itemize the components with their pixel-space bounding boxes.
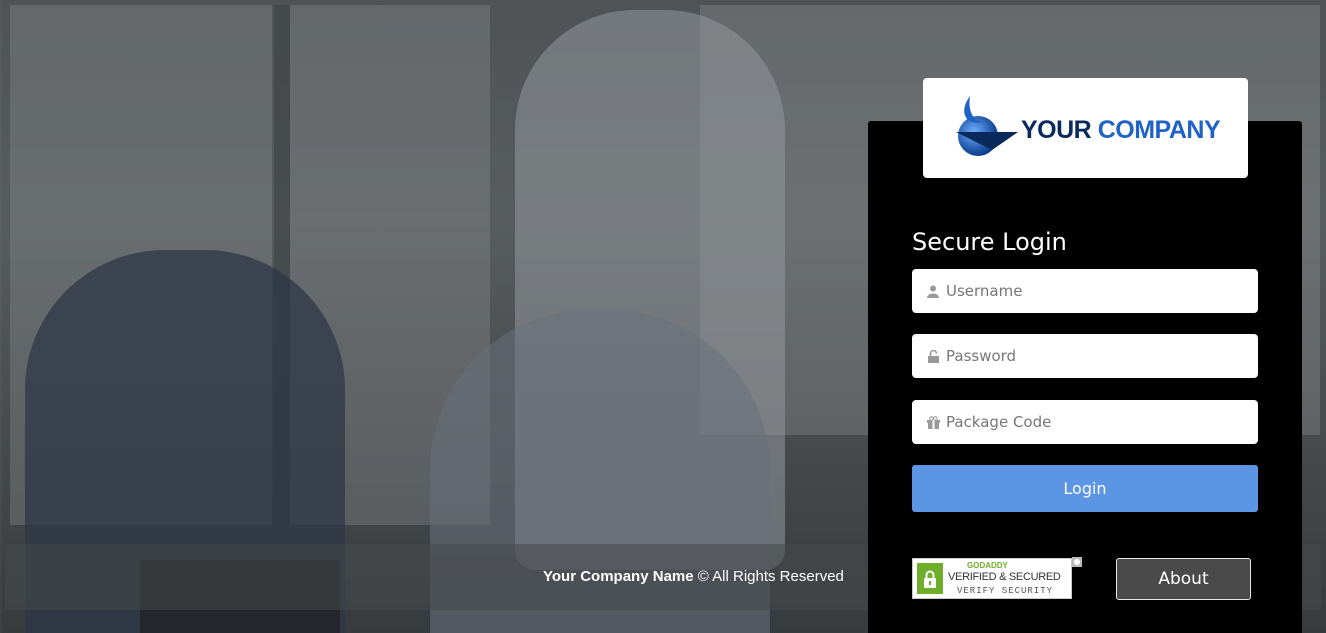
seal-line2: VERIFIED & SECURED xyxy=(948,571,1061,583)
seal-badge-icon xyxy=(1072,557,1082,567)
about-button[interactable]: About xyxy=(1116,558,1251,600)
username-field[interactable] xyxy=(912,269,1258,313)
company-logo-emblem-icon xyxy=(956,96,1018,156)
padlock-icon xyxy=(917,563,943,594)
logo-word-your: YOUR xyxy=(1021,116,1092,144)
seal-line3: VERIFY SECURITY xyxy=(957,586,1054,596)
login-button[interactable]: Login xyxy=(912,465,1258,512)
footer-copyright: Your Company Name © All Rights Reserved xyxy=(543,568,844,585)
password-field[interactable] xyxy=(912,334,1258,378)
company-logo: YOUR COMPANY xyxy=(923,78,1248,178)
lock-icon xyxy=(926,349,940,363)
company-logo-text: YOUR COMPANY xyxy=(1021,116,1221,145)
gift-icon xyxy=(926,415,940,429)
package-code-input[interactable] xyxy=(944,412,1248,432)
login-title: Secure Login xyxy=(912,228,1067,256)
seal-line1: GODADDY xyxy=(967,561,1008,570)
footer-company-name: Your Company Name xyxy=(543,568,694,585)
user-icon xyxy=(926,284,940,298)
password-input[interactable] xyxy=(944,346,1248,366)
godaddy-security-seal[interactable]: GODADDY VERIFIED & SECURED VERIFY SECURI… xyxy=(912,558,1072,599)
logo-word-company: COMPANY xyxy=(1097,116,1221,144)
package-code-field[interactable] xyxy=(912,400,1258,444)
footer-rights: © All Rights Reserved xyxy=(697,568,844,585)
username-input[interactable] xyxy=(944,281,1248,301)
